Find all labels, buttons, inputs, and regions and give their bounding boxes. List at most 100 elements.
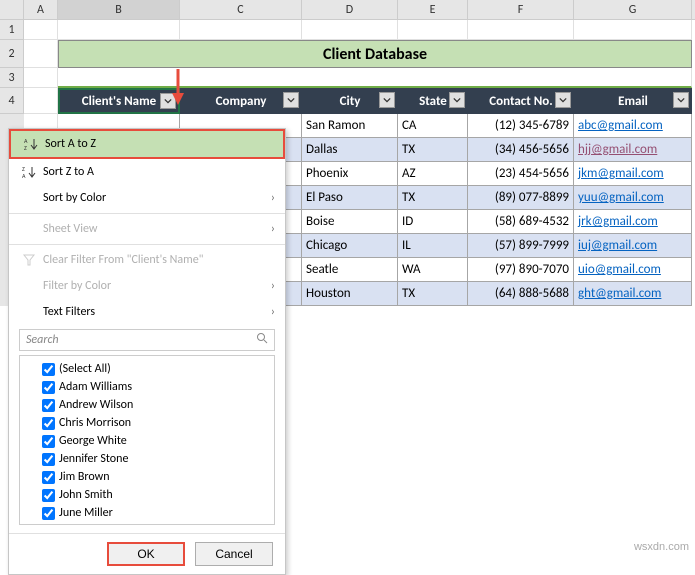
email-link[interactable]: ght@gmail.com: [578, 286, 661, 301]
cell-contact[interactable]: (58) 689-4532: [468, 210, 574, 234]
filter-check-item[interactable]: Jennifer Stone: [24, 450, 270, 468]
cell-email[interactable]: jrk@gmail.com: [574, 210, 692, 234]
header-email[interactable]: Email: [574, 88, 692, 114]
header-city[interactable]: City: [302, 88, 398, 114]
header-contact[interactable]: Contact No.: [468, 88, 574, 114]
filter-check-item[interactable]: Jim Brown: [24, 468, 270, 486]
cell-contact[interactable]: (34) 456-5656: [468, 138, 574, 162]
email-link[interactable]: abc@gmail.com: [578, 118, 663, 133]
cancel-button[interactable]: Cancel: [195, 542, 273, 566]
filter-checkbox[interactable]: [42, 453, 55, 466]
col-header-E[interactable]: E: [398, 0, 468, 19]
cell-contact[interactable]: (97) 890-7070: [468, 258, 574, 282]
cell[interactable]: [24, 40, 58, 68]
cell[interactable]: [24, 88, 58, 114]
row-header-4[interactable]: 4: [0, 88, 24, 114]
filter-button-email[interactable]: [673, 92, 689, 108]
cell-state[interactable]: TX: [398, 186, 468, 210]
row-header-1[interactable]: 1: [0, 20, 24, 40]
filter-button-company[interactable]: [283, 92, 299, 108]
filter-button-state[interactable]: [449, 92, 465, 108]
filter-check-item[interactable]: John Smith: [24, 486, 270, 504]
filter-checkbox[interactable]: [42, 507, 55, 520]
filter-check-item[interactable]: Andrew Wilson: [24, 396, 270, 414]
filter-checkbox[interactable]: [42, 381, 55, 394]
cell-state[interactable]: TX: [398, 138, 468, 162]
cell-state[interactable]: WA: [398, 258, 468, 282]
filter-search-input[interactable]: Search: [19, 329, 275, 351]
cell-city[interactable]: Phoenix: [302, 162, 398, 186]
cell[interactable]: [58, 20, 180, 40]
filter-checkbox[interactable]: [42, 417, 55, 430]
cell[interactable]: [398, 20, 468, 40]
cell[interactable]: [24, 20, 58, 40]
cell-city[interactable]: Seatle: [302, 258, 398, 282]
filter-button-city[interactable]: [379, 92, 395, 108]
cell[interactable]: [58, 68, 692, 88]
email-link[interactable]: jkm@gmail.com: [578, 166, 664, 181]
header-company[interactable]: Company: [180, 88, 302, 114]
email-link[interactable]: yuu@gmail.com: [578, 190, 664, 205]
row-header-2[interactable]: 2: [0, 40, 24, 68]
col-header-B[interactable]: B: [58, 0, 180, 19]
menu-sort-za[interactable]: ZA Sort Z to A: [9, 159, 285, 185]
filter-checkbox[interactable]: [42, 471, 55, 484]
cell-state[interactable]: AZ: [398, 162, 468, 186]
cell-email[interactable]: ght@gmail.com: [574, 282, 692, 306]
cell-email[interactable]: hjj@gmail.com: [574, 138, 692, 162]
cell-email[interactable]: yuu@gmail.com: [574, 186, 692, 210]
email-link[interactable]: iuj@gmail.com: [578, 238, 657, 253]
col-header-D[interactable]: D: [302, 0, 398, 19]
cell[interactable]: [180, 20, 302, 40]
email-link[interactable]: hjj@gmail.com: [578, 142, 657, 157]
row-header-3[interactable]: 3: [0, 68, 24, 88]
ok-button[interactable]: OK: [107, 542, 185, 566]
cell-state[interactable]: IL: [398, 234, 468, 258]
cell[interactable]: [24, 68, 58, 88]
menu-sort-az[interactable]: AZ Sort A to Z: [9, 129, 285, 159]
filter-check-item[interactable]: Chris Morrison: [24, 414, 270, 432]
cell-email[interactable]: uio@gmail.com: [574, 258, 692, 282]
cell-city[interactable]: Dallas: [302, 138, 398, 162]
filter-button-contact[interactable]: [555, 92, 571, 108]
col-header-A[interactable]: A: [24, 0, 58, 19]
select-all-corner[interactable]: [0, 0, 24, 19]
email-link[interactable]: uio@gmail.com: [578, 262, 661, 277]
menu-sort-color[interactable]: Sort by Color ›: [9, 185, 285, 211]
menu-text-filters[interactable]: Text Filters ›: [9, 299, 285, 325]
filter-check-item[interactable]: (Select All): [24, 360, 270, 378]
cell[interactable]: [574, 20, 692, 40]
cell-city[interactable]: Houston: [302, 282, 398, 306]
cell-contact[interactable]: (57) 899-7999: [468, 234, 574, 258]
filter-checklist[interactable]: (Select All)Adam WilliamsAndrew WilsonCh…: [19, 355, 275, 525]
cell-state[interactable]: CA: [398, 114, 468, 138]
cell-contact[interactable]: (23) 454-5656: [468, 162, 574, 186]
filter-check-item[interactable]: George White: [24, 432, 270, 450]
header-name[interactable]: Client's Name: [58, 88, 180, 114]
cell-city[interactable]: Chicago: [302, 234, 398, 258]
filter-checkbox[interactable]: [42, 489, 55, 502]
cell-contact[interactable]: (89) 077-8899: [468, 186, 574, 210]
cell-state[interactable]: TX: [398, 282, 468, 306]
cell-email[interactable]: abc@gmail.com: [574, 114, 692, 138]
cell-email[interactable]: jkm@gmail.com: [574, 162, 692, 186]
cell-contact[interactable]: (64) 888-5688: [468, 282, 574, 306]
cell-contact[interactable]: (12) 345-6789: [468, 114, 574, 138]
cell-email[interactable]: iuj@gmail.com: [574, 234, 692, 258]
cell-city[interactable]: San Ramon: [302, 114, 398, 138]
cell[interactable]: [468, 20, 574, 40]
cell-state[interactable]: ID: [398, 210, 468, 234]
filter-checkbox[interactable]: [42, 399, 55, 412]
title-cell[interactable]: Client Database: [58, 40, 692, 68]
filter-check-item[interactable]: June Miller: [24, 504, 270, 522]
header-state[interactable]: State: [398, 88, 468, 114]
cell-city[interactable]: El Paso: [302, 186, 398, 210]
col-header-C[interactable]: C: [180, 0, 302, 19]
filter-checkbox[interactable]: [42, 435, 55, 448]
filter-check-item[interactable]: Adam Williams: [24, 378, 270, 396]
col-header-F[interactable]: F: [468, 0, 574, 19]
col-header-G[interactable]: G: [574, 0, 692, 19]
email-link[interactable]: jrk@gmail.com: [578, 214, 658, 229]
filter-checkbox[interactable]: [42, 363, 55, 376]
cell[interactable]: [302, 20, 398, 40]
